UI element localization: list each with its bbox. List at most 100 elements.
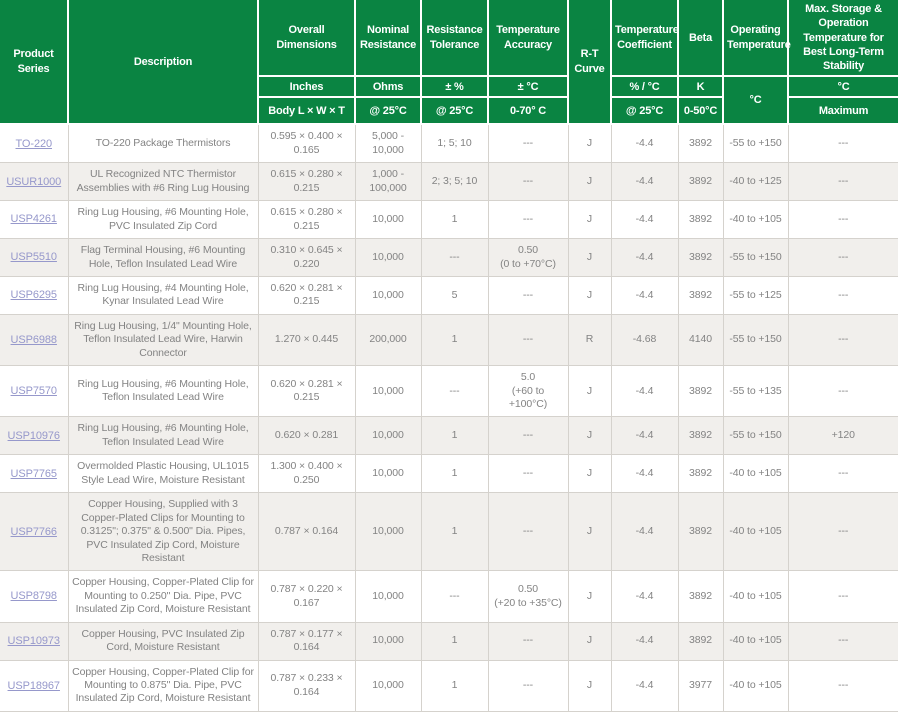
cell-rt-curve: J (568, 124, 611, 162)
product-series-link[interactable]: TO-220 (16, 138, 53, 150)
cell-operating-temperature: -40 to +105 (723, 622, 788, 660)
table-row: USP10976 Ring Lug Housing, #6 Mounting H… (0, 417, 898, 455)
col-header-overall-dimensions: Overall Dimensions (258, 0, 355, 76)
subheader-acc-cond: 0-70° C (488, 97, 568, 124)
cell-product-series: USP10976 (0, 417, 68, 455)
product-series-link[interactable]: USP6295 (11, 289, 57, 301)
cell-beta: 3892 (678, 124, 723, 162)
cell-nominal-resistance: 10,000 (355, 366, 421, 417)
cell-description: Ring Lug Housing, #6 Mounting Hole, PVC … (68, 201, 258, 239)
cell-operating-temperature: -55 to +150 (723, 417, 788, 455)
table-row: USP7765 Overmolded Plastic Housing, UL10… (0, 455, 898, 493)
cell-description: Copper Housing, Supplied with 3 Copper-P… (68, 493, 258, 571)
cell-operating-temperature: -40 to +105 (723, 571, 788, 622)
cell-beta: 4140 (678, 314, 723, 365)
cell-dimensions: 1.300 × 0.400 × 0.250 (258, 455, 355, 493)
cell-description: Copper Housing, PVC Insulated Zip Cord, … (68, 622, 258, 660)
cell-resistance-tolerance: 1 (421, 417, 488, 455)
cell-dimensions: 0.620 × 0.281 (258, 417, 355, 455)
cell-max-storage: --- (788, 366, 898, 417)
cell-resistance-tolerance: 1 (421, 455, 488, 493)
cell-temperature-coefficient: -4.4 (611, 239, 678, 277)
cell-rt-curve: J (568, 276, 611, 314)
cell-description: UL Recognized NTC Thermistor Assemblies … (68, 163, 258, 201)
subheader-acc-unit: ± °C (488, 76, 568, 97)
cell-description: Copper Housing, Copper-Plated Clip for M… (68, 571, 258, 622)
cell-temperature-accuracy: 5.0 (+60 to +100°C) (488, 366, 568, 417)
cell-description: TO-220 Package Thermistors (68, 124, 258, 162)
cell-product-series: USP4261 (0, 201, 68, 239)
cell-max-storage: --- (788, 493, 898, 571)
cell-nominal-resistance: 10,000 (355, 417, 421, 455)
subheader-op-unit: °C (723, 76, 788, 124)
col-header-temperature-accuracy: Temperature Accuracy (488, 0, 568, 76)
cell-beta: 3892 (678, 239, 723, 277)
cell-product-series: USP7765 (0, 455, 68, 493)
cell-operating-temperature: -40 to +105 (723, 455, 788, 493)
product-series-link[interactable]: USUR1000 (6, 176, 61, 188)
cell-beta: 3892 (678, 571, 723, 622)
cell-max-storage: --- (788, 276, 898, 314)
cell-temperature-coefficient: -4.4 (611, 201, 678, 239)
cell-operating-temperature: -40 to +125 (723, 163, 788, 201)
cell-temperature-coefficient: -4.68 (611, 314, 678, 365)
table-row: USP18967 Copper Housing, Copper-Plated C… (0, 660, 898, 711)
col-header-nominal-resistance: Nominal Resistance (355, 0, 421, 76)
col-header-description: Description (68, 0, 258, 124)
product-series-link[interactable]: USP7766 (11, 526, 57, 538)
cell-beta: 3892 (678, 366, 723, 417)
cell-operating-temperature: -40 to +105 (723, 493, 788, 571)
cell-rt-curve: J (568, 239, 611, 277)
product-series-link[interactable]: USP8798 (11, 590, 57, 602)
cell-max-storage: --- (788, 622, 898, 660)
cell-temperature-accuracy: --- (488, 314, 568, 365)
cell-dimensions: 0.620 × 0.281 × 0.215 (258, 276, 355, 314)
col-header-product-series: Product Series (0, 0, 68, 124)
cell-max-storage: --- (788, 201, 898, 239)
product-series-link[interactable]: USP5510 (11, 251, 57, 263)
cell-resistance-tolerance: 1 (421, 201, 488, 239)
cell-resistance-tolerance: --- (421, 366, 488, 417)
subheader-tol-cond: @ 25°C (421, 97, 488, 124)
cell-max-storage: --- (788, 455, 898, 493)
cell-operating-temperature: -55 to +135 (723, 366, 788, 417)
table-row: USP6295 Ring Lug Housing, #4 Mounting Ho… (0, 276, 898, 314)
cell-resistance-tolerance: 5 (421, 276, 488, 314)
cell-temperature-coefficient: -4.4 (611, 163, 678, 201)
cell-dimensions: 0.615 × 0.280 × 0.215 (258, 163, 355, 201)
cell-max-storage: --- (788, 124, 898, 162)
cell-temperature-coefficient: -4.4 (611, 493, 678, 571)
cell-temperature-coefficient: -4.4 (611, 622, 678, 660)
table-row: USP7766 Copper Housing, Supplied with 3 … (0, 493, 898, 571)
cell-temperature-coefficient: -4.4 (611, 660, 678, 711)
cell-temperature-coefficient: -4.4 (611, 276, 678, 314)
cell-resistance-tolerance: --- (421, 571, 488, 622)
cell-temperature-accuracy: --- (488, 660, 568, 711)
cell-description: Ring Lug Housing, 1/4" Mounting Hole, Te… (68, 314, 258, 365)
product-series-link[interactable]: USP7570 (11, 385, 57, 397)
product-series-link[interactable]: USP6988 (11, 334, 57, 346)
subheader-res-cond: @ 25°C (355, 97, 421, 124)
cell-operating-temperature: -40 to +105 (723, 201, 788, 239)
cell-product-series: USP6295 (0, 276, 68, 314)
cell-resistance-tolerance: 1 (421, 660, 488, 711)
cell-beta: 3892 (678, 276, 723, 314)
cell-product-series: TO-220 (0, 124, 68, 162)
cell-nominal-resistance: 10,000 (355, 239, 421, 277)
cell-product-series: USP5510 (0, 239, 68, 277)
product-series-link[interactable]: USP7765 (11, 468, 57, 480)
cell-nominal-resistance: 10,000 (355, 201, 421, 239)
product-series-link[interactable]: USP4261 (11, 213, 57, 225)
cell-rt-curve: J (568, 201, 611, 239)
cell-beta: 3892 (678, 417, 723, 455)
product-series-link[interactable]: USP10973 (8, 635, 60, 647)
thermistor-spec-table: Product Series Description Overall Dimen… (0, 0, 898, 712)
cell-nominal-resistance: 10,000 (355, 455, 421, 493)
product-series-link[interactable]: USP18967 (8, 680, 60, 692)
cell-rt-curve: J (568, 493, 611, 571)
table-row: USUR1000 UL Recognized NTC Thermistor As… (0, 163, 898, 201)
subheader-beta-unit: K (678, 76, 723, 97)
product-series-link[interactable]: USP10976 (8, 430, 60, 442)
cell-rt-curve: J (568, 417, 611, 455)
cell-dimensions: 0.787 × 0.233 × 0.164 (258, 660, 355, 711)
